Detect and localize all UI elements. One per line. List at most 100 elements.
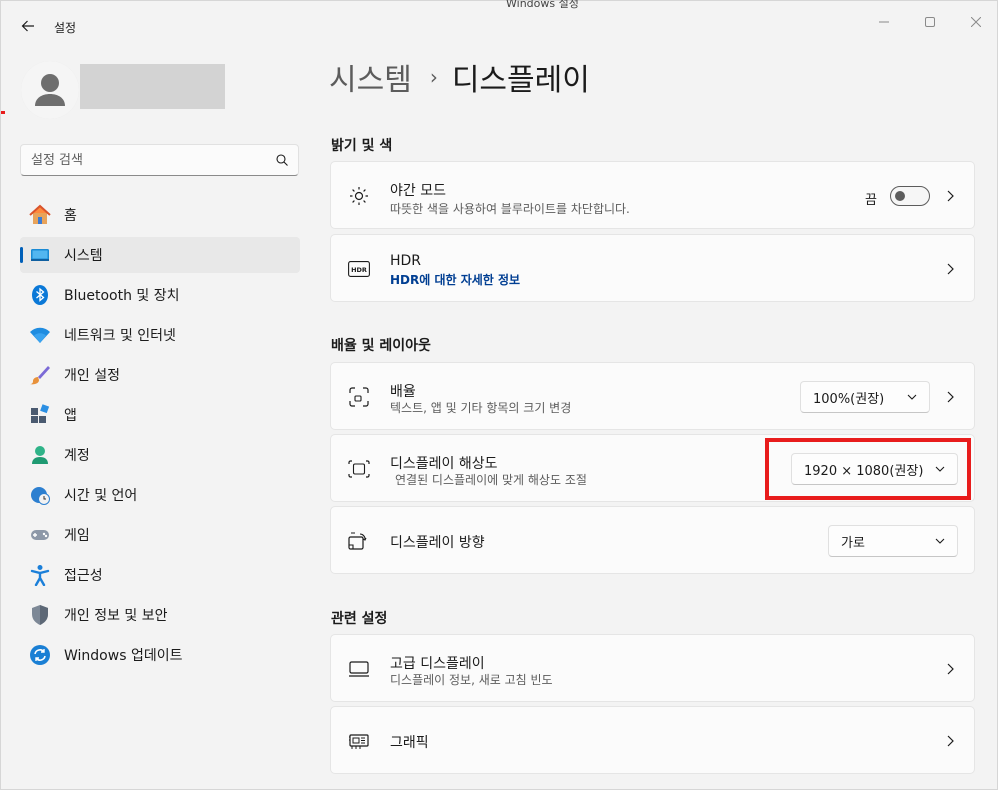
chevron-right-icon [944, 663, 956, 675]
breadcrumb-parent[interactable]: 시스템 [329, 55, 412, 99]
profile-name-redacted [80, 64, 225, 109]
sidebar-item-label: 접근성 [64, 568, 103, 584]
orientation-dropdown-value: 가로 [841, 535, 865, 551]
night-light-subtitle: 따뜻한 색을 사용하여 블루라이트를 차단합니다. [390, 202, 630, 216]
avatar[interactable] [21, 61, 79, 119]
sidebar-item-time-language[interactable]: 시간 및 언어 [20, 477, 300, 513]
sidebar-item-network[interactable]: 네트워크 및 인터넷 [20, 317, 300, 353]
sidebar-item-personalization[interactable]: 개인 설정 [20, 357, 300, 393]
toggle-knob [895, 191, 905, 201]
sidebar-item-label: 홈 [64, 208, 77, 224]
brightness-icon [347, 184, 371, 208]
sidebar-item-label: 시간 및 언어 [64, 488, 138, 504]
orientation-dropdown[interactable]: 가로 [828, 525, 958, 557]
scale-dropdown[interactable]: 100%(권장) [800, 381, 930, 413]
sidebar-item-windows-update[interactable]: Windows 업데이트 [20, 637, 300, 673]
sidebar-item-label: 개인 정보 및 보안 [64, 608, 168, 624]
advanced-display-subtitle: 디스플레이 정보, 새로 고침 빈도 [390, 673, 553, 687]
app-title: 설정 [54, 21, 77, 35]
accessibility-icon [29, 564, 51, 586]
search-icon[interactable] [276, 151, 288, 170]
system-icon [29, 244, 51, 266]
sidebar-item-label: 게임 [64, 528, 90, 544]
close-button[interactable] [953, 7, 998, 35]
chevron-right-icon [944, 263, 956, 275]
page-title: 디스플레이 [451, 63, 590, 98]
sidebar-item-apps[interactable]: 앱 [20, 397, 300, 433]
svg-text:HDR: HDR [351, 266, 367, 274]
background-window-edge [1, 111, 5, 114]
scale-title: 배율 [390, 384, 416, 400]
sidebar-item-label: 개인 설정 [64, 368, 120, 384]
search-box[interactable] [20, 144, 299, 176]
brush-icon [29, 364, 51, 386]
sidebar-item-label: 계정 [64, 448, 90, 464]
arrow-left-icon [21, 18, 35, 37]
night-light-title: 야간 모드 [390, 183, 446, 199]
back-button[interactable] [13, 13, 43, 41]
chevron-right-icon [944, 391, 956, 403]
settings-window: Windows 설정 설정 설정 검색 홈 시스템 Bluetooth 및 장치… [0, 0, 998, 790]
search-input[interactable] [31, 152, 276, 168]
scale-icon [347, 385, 371, 409]
title-bar: 설정 [1, 1, 997, 49]
gamepad-icon [29, 524, 51, 546]
sidebar-item-label: 네트워크 및 인터넷 [64, 328, 176, 344]
sidebar-item-bluetooth[interactable]: Bluetooth 및 장치 [20, 277, 300, 313]
resolution-dropdown-value: 1920 × 1080(권장) [804, 463, 924, 479]
user-silhouette-icon [21, 61, 79, 119]
chevron-down-icon [907, 392, 917, 402]
sidebar-item-accessibility[interactable]: 접근성 [20, 557, 300, 593]
resolution-subtitle: 연결된 디스플레이에 맞게 해상도 조절 [395, 473, 587, 487]
hdr-card[interactable]: HDR HDR HDR에 대한 자세한 정보 [330, 234, 975, 302]
chevron-down-icon [935, 464, 945, 474]
sidebar-item-gaming[interactable]: 게임 [20, 517, 300, 553]
minimize-button[interactable] [861, 7, 907, 35]
chevron-right-icon [944, 735, 956, 747]
advanced-display-card[interactable]: 고급 디스플레이 디스플레이 정보, 새로 고침 빈도 [330, 634, 975, 702]
account-icon [29, 444, 51, 466]
hdr-title: HDR [390, 253, 422, 269]
graphics-title: 그래픽 [390, 735, 429, 751]
breadcrumb-separator: › [429, 65, 438, 89]
resolution-card: 디스플레이 해상도 연결된 디스플레이에 맞게 해상도 조절 1920 × 10… [330, 434, 975, 502]
resolution-dropdown[interactable]: 1920 × 1080(권장) [791, 453, 958, 485]
sidebar-item-privacy[interactable]: 개인 정보 및 보안 [20, 597, 300, 633]
section-title-brightness: 밝기 및 색 [331, 138, 393, 154]
minimize-icon [879, 12, 889, 31]
resolution-icon [347, 457, 371, 481]
update-icon [29, 644, 51, 666]
close-icon [970, 12, 982, 31]
sidebar-item-label: 앱 [64, 408, 77, 424]
orientation-icon [347, 529, 371, 553]
scale-dropdown-value: 100%(권장) [813, 391, 885, 407]
sidebar-item-system[interactable]: 시스템 [20, 237, 300, 273]
night-light-card[interactable]: 야간 모드 따뜻한 색을 사용하여 블루라이트를 차단합니다. 끔 [330, 161, 975, 229]
sidebar-item-accounts[interactable]: 계정 [20, 437, 300, 473]
maximize-button[interactable] [907, 7, 953, 35]
scale-card[interactable]: 배율 텍스트, 앱 및 기타 항목의 크기 변경 100%(권장) [330, 362, 975, 430]
toggle-state-label: 끔 [865, 193, 877, 208]
clock-globe-icon [29, 484, 51, 506]
advanced-display-title: 고급 디스플레이 [390, 656, 485, 672]
sidebar-item-home[interactable]: 홈 [20, 197, 300, 233]
shield-icon [29, 604, 51, 626]
resolution-title: 디스플레이 해상도 [390, 456, 498, 472]
sidebar-item-label: Bluetooth 및 장치 [64, 288, 180, 304]
orientation-card: 디스플레이 방향 가로 [330, 506, 975, 574]
sidebar-nav: 홈 시스템 Bluetooth 및 장치 네트워크 및 인터넷 개인 설정 앱 … [20, 197, 300, 677]
monitor-icon [347, 657, 371, 681]
home-icon [29, 204, 51, 226]
scale-subtitle: 텍스트, 앱 및 기타 항목의 크기 변경 [390, 401, 572, 415]
chevron-down-icon [935, 536, 945, 546]
breadcrumb: 시스템 › 디스플레이 [329, 55, 590, 99]
graphics-card[interactable]: 그래픽 [330, 706, 975, 774]
apps-icon [29, 404, 51, 426]
section-title-scale-layout: 배율 및 레이아웃 [331, 338, 431, 354]
sidebar-item-label: 시스템 [64, 248, 103, 264]
night-light-toggle[interactable] [890, 186, 930, 206]
hdr-icon: HDR [347, 257, 371, 281]
wifi-icon [29, 324, 51, 346]
chevron-right-icon [944, 190, 956, 202]
hdr-info-link[interactable]: HDR에 대한 자세한 정보 [390, 271, 520, 288]
